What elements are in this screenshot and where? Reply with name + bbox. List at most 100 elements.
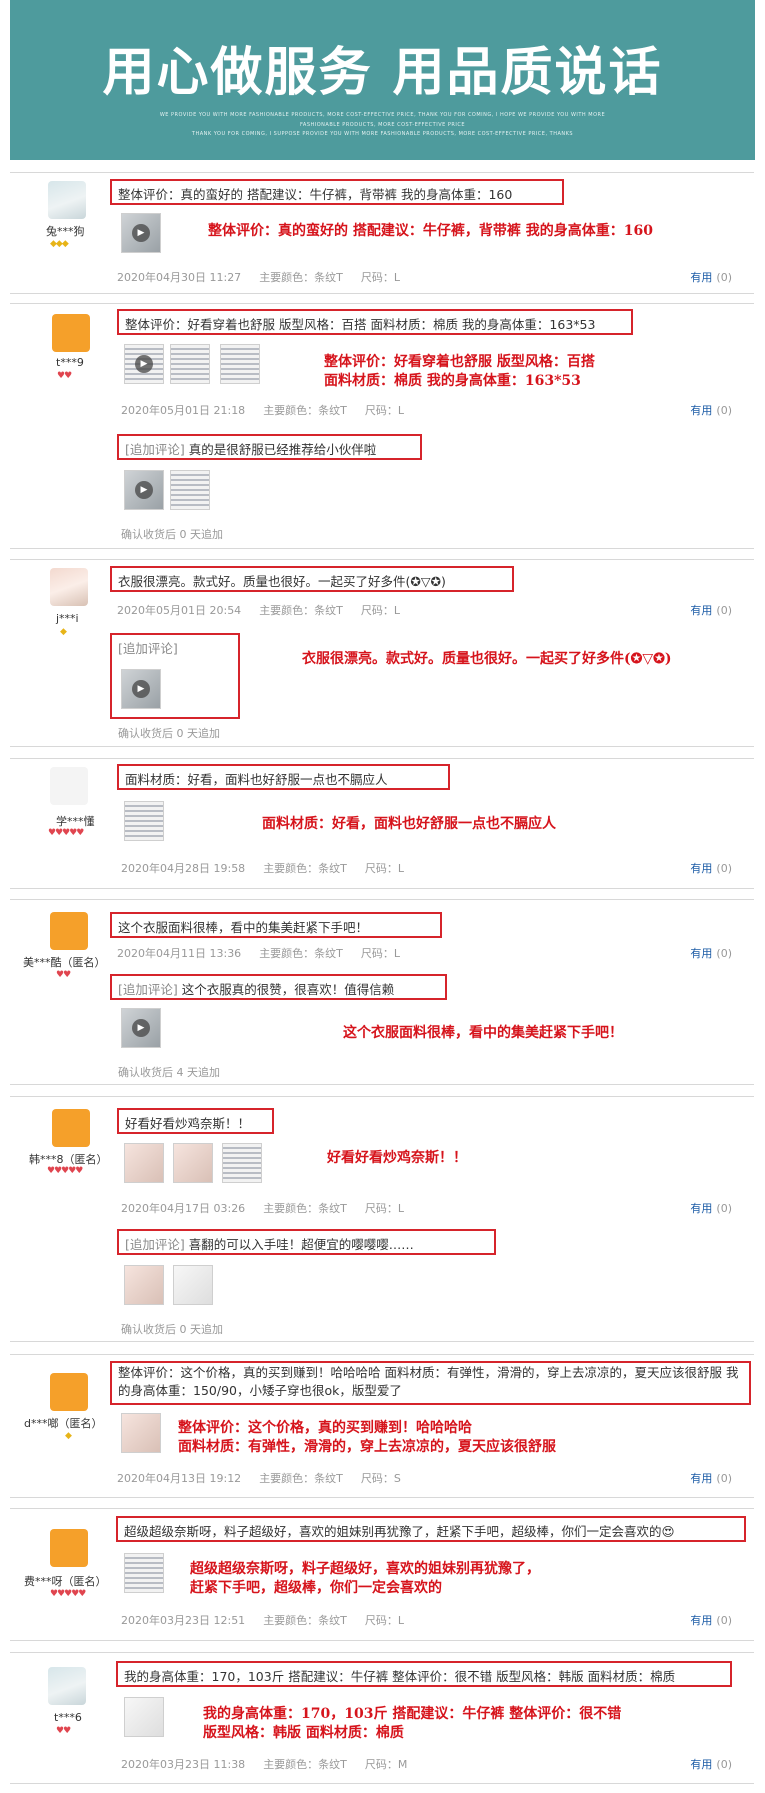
review-date: 2020年04月30日 11:27 <box>117 271 242 284</box>
highlight-caption: 面料材质：有弹性，滑滑的，穿上去凉凉的，夏天应该很舒服 <box>178 1439 556 1455</box>
review-size: 尺码：L <box>360 271 401 284</box>
review-date: 2020年03月23日 12:51 <box>121 1614 246 1627</box>
user-avatar[interactable] <box>50 767 88 805</box>
append-tag: [追加评论] <box>118 982 178 997</box>
append-tag: [追加评论] <box>125 1237 185 1252</box>
review-meta: 2020年04月28日 19:58 主要颜色：条纹T 尺码：L <box>121 860 404 876</box>
review-photo-thumb[interactable] <box>124 1143 164 1183</box>
rank-badge-icon: ◆◆◆ <box>50 239 69 249</box>
review-text: 整体评价：真的蛮好的 搭配建议：牛仔裤，背带裤 我的身高体重：160 <box>110 179 564 205</box>
review-meta: 2020年04月30日 11:27 主要颜色：条纹T 尺码：L <box>117 269 400 285</box>
user-avatar[interactable] <box>50 1373 88 1411</box>
banner-title: 用心做服务 用品质说话 <box>102 43 663 103</box>
highlight-caption: 版型风格：韩版 面料材质：棉质 <box>203 1725 404 1741</box>
review-photo-thumb[interactable] <box>124 801 164 841</box>
review-video-thumb[interactable]: ▶ <box>121 213 161 253</box>
user-avatar[interactable] <box>50 1529 88 1567</box>
rank-badge-icon: ♥♥ <box>56 1726 71 1736</box>
reviewer-name: 美***酷（匿名） <box>23 956 106 969</box>
rank-badge-icon: ♥♥ <box>57 371 72 381</box>
useful-button[interactable]: 有用 (0) <box>690 860 732 876</box>
useful-button[interactable]: 有用 (0) <box>690 602 732 618</box>
review-color: 主要颜色：条纹T <box>263 1614 347 1627</box>
rank-badge-icon: ◆ <box>65 1431 72 1441</box>
review-size: 尺码：L <box>364 404 405 417</box>
review-size: 尺码：M <box>364 1758 408 1771</box>
review-color: 主要颜色：条纹T <box>259 271 343 284</box>
useful-count: (0) <box>716 1614 732 1627</box>
review-meta: 2020年04月11日 13:36 主要颜色：条纹T 尺码：L <box>117 945 400 961</box>
review-photo-thumb[interactable] <box>220 344 260 384</box>
highlight-caption: 超级超级奈斯呀，料子超级好，喜欢的姐妹别再犹豫了， <box>190 1561 540 1577</box>
review-text: 我的身高体重：170，103斤 搭配建议：牛仔裤 整体评价：很不错 版型风格：韩… <box>116 1661 732 1687</box>
useful-label: 有用 <box>690 1614 713 1627</box>
review-photo-thumb[interactable] <box>124 1553 164 1593</box>
review-meta: 2020年03月23日 11:38 主要颜色：条纹T 尺码：M <box>121 1756 407 1772</box>
useful-button[interactable]: 有用 (0) <box>690 402 732 418</box>
append-review: [追加评论] 真的是很舒服已经推荐给小伙伴啦 <box>117 434 422 460</box>
review-text: 面料材质：好看，面料也好舒服一点也不膈应人 <box>117 764 450 790</box>
append-confirm-note: 确认收货后 4 天追加 <box>118 1066 220 1079</box>
useful-button[interactable]: 有用 (0) <box>690 1470 732 1486</box>
append-photo-thumb[interactable] <box>124 1265 164 1305</box>
page-root: 用心做服务 用品质说话 WE PROVIDE YOU WITH MORE FAS… <box>0 0 765 1793</box>
review-photo-thumb[interactable] <box>121 1413 161 1453</box>
highlight-caption: 整体评价：好看穿着也舒服 版型风格：百搭 <box>324 354 595 370</box>
header-banner: 用心做服务 用品质说话 WE PROVIDE YOU WITH MORE FAS… <box>10 0 755 160</box>
review-color: 主要颜色：条纹T <box>263 1758 347 1771</box>
append-video-thumb[interactable]: ▶ <box>121 1008 161 1048</box>
review-meta: 2020年03月23日 12:51 主要颜色：条纹T 尺码：L <box>121 1612 404 1628</box>
review-photo-thumb[interactable] <box>222 1143 262 1183</box>
review-card-5: 美***酷（匿名） ♥♥ 这个衣服面料很棒，看中的集美赶紧下手吧！ 2020年0… <box>10 899 754 1085</box>
useful-label: 有用 <box>690 947 713 960</box>
reviewer-name: d***啷（匿名） <box>24 1417 103 1430</box>
highlight-caption: 整体评价：这个价格，真的买到赚到！哈哈哈哈 <box>178 1420 472 1436</box>
append-confirm-note: 确认收货后 0 天追加 <box>121 1323 223 1336</box>
review-size: 尺码：S <box>360 1472 401 1485</box>
useful-button[interactable]: 有用 (0) <box>690 1200 732 1216</box>
useful-label: 有用 <box>690 862 713 875</box>
useful-button[interactable]: 有用 (0) <box>690 1612 732 1628</box>
useful-count: (0) <box>716 271 732 284</box>
user-avatar[interactable] <box>52 314 90 352</box>
play-icon: ▶ <box>135 355 153 373</box>
useful-count: (0) <box>716 1202 732 1215</box>
review-size: 尺码：L <box>360 604 401 617</box>
review-video-thumb[interactable]: ▶ <box>124 344 164 384</box>
review-photo-thumb[interactable] <box>124 1697 164 1737</box>
append-photo-thumb[interactable] <box>173 1265 213 1305</box>
useful-button[interactable]: 有用 (0) <box>690 945 732 961</box>
useful-button[interactable]: 有用 (0) <box>690 1756 732 1772</box>
user-avatar[interactable] <box>48 181 86 219</box>
highlight-caption: 赶紧下手吧，超级棒，你们一定会喜欢的 <box>190 1580 442 1596</box>
review-text: 整体评价：这个价格，真的买到赚到！哈哈哈哈 面料材质：有弹性，滑滑的，穿上去凉凉… <box>110 1361 751 1405</box>
useful-count: (0) <box>716 404 732 417</box>
review-text: 这个衣服面料很棒，看中的集美赶紧下手吧！ <box>110 912 442 938</box>
play-icon: ▶ <box>132 224 150 242</box>
user-avatar[interactable] <box>52 1109 90 1147</box>
reviewer-name: 兔***狗 <box>46 225 85 238</box>
review-photo-thumb[interactable] <box>173 1143 213 1183</box>
append-confirm-note: 确认收货后 0 天追加 <box>118 727 220 740</box>
review-card-6: 韩***8（匿名） ♥♥♥♥♥ 好看好看炒鸡奈斯！！ 好看好看炒鸡奈斯！！ 20… <box>10 1096 754 1342</box>
user-avatar[interactable] <box>50 912 88 950</box>
banner-subtitle-line-1: WE PROVIDE YOU WITH MORE FASHIONABLE PRO… <box>159 112 606 118</box>
append-video-thumb[interactable]: ▶ <box>124 470 164 510</box>
useful-count: (0) <box>716 604 732 617</box>
review-photo-thumb[interactable] <box>170 344 210 384</box>
review-date: 2020年04月13日 19:12 <box>117 1472 242 1485</box>
user-avatar[interactable] <box>48 1667 86 1705</box>
review-size: 尺码：L <box>364 1614 405 1627</box>
useful-button[interactable]: 有用 (0) <box>690 269 732 285</box>
append-video-thumb[interactable]: ▶ <box>121 669 161 709</box>
review-size: 尺码：L <box>364 862 405 875</box>
append-text: 喜翻的可以入手哇！超便宜的嘤嘤嘤…… <box>188 1237 414 1252</box>
review-text: 衣服很漂亮。款式好。质量也很好。一起买了好多件(✪▽✪) <box>110 566 514 592</box>
review-date: 2020年05月01日 21:18 <box>121 404 246 417</box>
append-photo-thumb[interactable] <box>170 470 210 510</box>
append-confirm-note: 确认收货后 0 天追加 <box>121 528 223 541</box>
review-date: 2020年04月11日 13:36 <box>117 947 242 960</box>
user-avatar[interactable] <box>50 568 88 606</box>
useful-count: (0) <box>716 862 732 875</box>
useful-label: 有用 <box>690 1472 713 1485</box>
